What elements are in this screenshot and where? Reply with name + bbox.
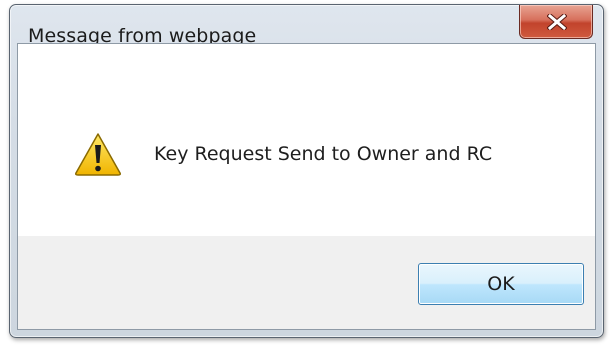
ok-button[interactable]: OK — [418, 263, 584, 305]
button-bar: OK — [18, 236, 595, 329]
message-dialog-window: Message from webpage Key Request Send to… — [9, 4, 604, 338]
message-area: Key Request Send to Owner and RC — [18, 44, 595, 236]
warning-icon — [75, 133, 121, 176]
message-text: Key Request Send to Owner and RC — [154, 143, 493, 165]
close-icon — [547, 14, 567, 30]
close-button[interactable] — [519, 5, 593, 39]
dialog-body: Key Request Send to Owner and RC OK — [17, 43, 596, 330]
